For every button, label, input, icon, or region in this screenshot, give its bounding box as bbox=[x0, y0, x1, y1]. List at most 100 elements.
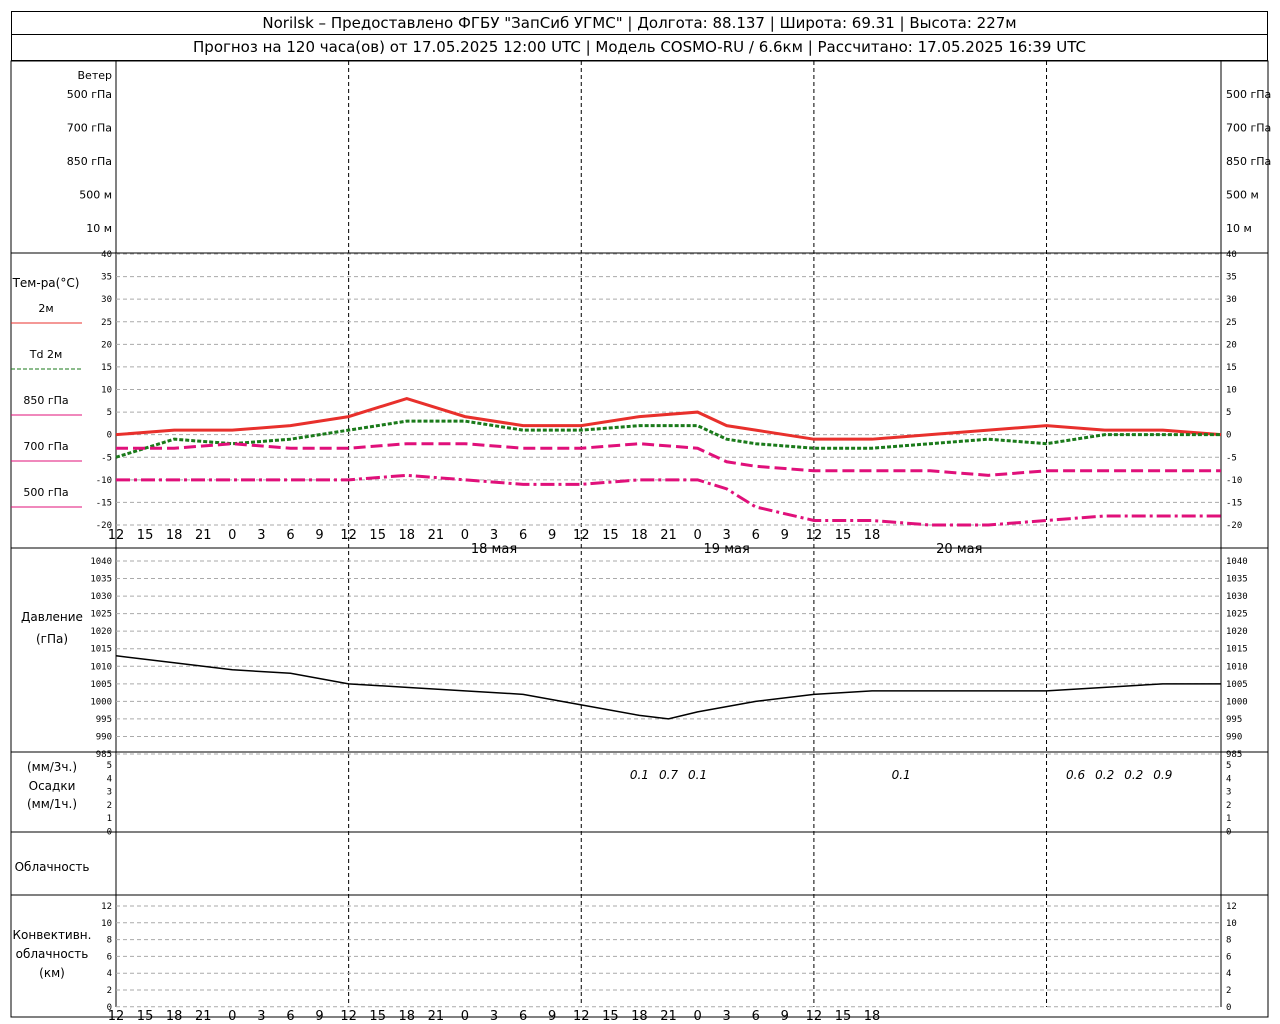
precip-y-tick: 2 bbox=[107, 801, 112, 811]
pressure-y-tick-right: 1035 bbox=[1226, 575, 1248, 585]
precip-y-tick: 3 bbox=[107, 788, 112, 798]
temp-legend-label: 700 гПа bbox=[23, 440, 68, 453]
precip-y-tick: 1 bbox=[107, 814, 112, 824]
x-tick-label-temp: 18 bbox=[166, 528, 183, 543]
cloud-title: Облачность bbox=[15, 860, 90, 874]
temp-y-tick: 5 bbox=[107, 408, 112, 418]
precip-y-tick: 5 bbox=[107, 761, 112, 771]
x-tick-label-bottom: 6 bbox=[286, 1009, 294, 1024]
x-tick-label-bottom: 0 bbox=[228, 1009, 236, 1024]
pressure-y-tick-right: 1000 bbox=[1226, 697, 1248, 707]
conv-y-tick-right: 12 bbox=[1226, 902, 1237, 912]
wind-level-label-right: 700 гПа bbox=[1226, 122, 1271, 135]
x-tick-label-bottom: 18 bbox=[399, 1009, 416, 1024]
x-tick-label-temp: 0 bbox=[228, 528, 236, 543]
temp-line-3 bbox=[116, 473, 1221, 527]
pressure-y-tick: 1030 bbox=[90, 592, 112, 602]
precip-y-tick-right: 1 bbox=[1226, 814, 1231, 824]
x-tick-label-bottom: 12 bbox=[340, 1009, 357, 1024]
x-tick-label-bottom: 3 bbox=[257, 1009, 265, 1024]
pressure-y-tick: 1025 bbox=[90, 610, 112, 620]
temp-y-tick: -15 bbox=[96, 498, 112, 508]
x-tick-label-bottom: 18 bbox=[864, 1009, 881, 1024]
x-tick-label-bottom: 6 bbox=[752, 1009, 760, 1024]
x-tick-label-temp: 9 bbox=[548, 528, 556, 543]
precip-value-label: 0.7 bbox=[659, 768, 678, 782]
meteogram: 1212151518182121003366991212151518182121… bbox=[10, 60, 1271, 1024]
pressure-y-tick: 1000 bbox=[90, 697, 112, 707]
pressure-y-tick: 1040 bbox=[90, 557, 112, 567]
x-tick-label-bottom: 9 bbox=[548, 1009, 556, 1024]
x-tick-label-bottom: 0 bbox=[693, 1009, 701, 1024]
precip-value-label: 0.6 bbox=[1066, 768, 1085, 782]
x-tick-label-bottom: 18 bbox=[166, 1009, 183, 1024]
pressure-title: Давление bbox=[21, 610, 83, 624]
precip-y-tick-right: 0 bbox=[1226, 828, 1231, 838]
x-tick-label-temp: 21 bbox=[195, 528, 212, 543]
conv-y-tick: 10 bbox=[101, 919, 112, 929]
pressure-line bbox=[115, 655, 1221, 720]
x-tick-label-bottom: 12 bbox=[573, 1009, 590, 1024]
precip-value-label: 0.2 bbox=[1095, 768, 1114, 782]
wind-level-label-right: 500 гПа bbox=[1226, 88, 1271, 101]
x-tick-label-temp: 18 bbox=[399, 528, 416, 543]
temp-y-tick: 40 bbox=[101, 250, 112, 260]
precip-y-tick: 0 bbox=[107, 828, 112, 838]
precip-y-tick-right: 4 bbox=[1226, 774, 1231, 784]
conv-unit: (км) bbox=[39, 966, 65, 980]
pressure-y-tick: 990 bbox=[96, 732, 112, 742]
conv-y-tick-right: 8 bbox=[1226, 936, 1231, 946]
precip-value-label: 0.1 bbox=[688, 768, 707, 782]
x-tick-label-temp: 18 bbox=[631, 528, 648, 543]
conv-y-tick-right: 6 bbox=[1226, 952, 1231, 962]
conv-title-1: Конвективн. bbox=[13, 928, 92, 942]
x-tick-label-bottom: 9 bbox=[781, 1009, 789, 1024]
x-tick-label-temp: 15 bbox=[835, 528, 852, 543]
pressure-y-tick-right: 990 bbox=[1226, 732, 1242, 742]
pressure-y-tick-right: 1010 bbox=[1226, 662, 1248, 672]
pressure-y-tick-right: 1020 bbox=[1226, 627, 1248, 637]
conv-y-tick: 8 bbox=[107, 936, 112, 946]
pressure-y-tick-right: 985 bbox=[1226, 750, 1242, 760]
x-tick-label-temp: 12 bbox=[340, 528, 357, 543]
temp-y-tick: 35 bbox=[101, 273, 112, 283]
conv-y-tick: 0 bbox=[107, 1003, 112, 1013]
x-tick-label-temp: 3 bbox=[490, 528, 498, 543]
pressure-y-tick-right: 995 bbox=[1226, 715, 1242, 725]
temp-legend-label: 850 гПа bbox=[23, 394, 68, 407]
wind-title: Ветер bbox=[78, 69, 112, 82]
temp-y-tick: 0 bbox=[107, 431, 112, 441]
conv-y-tick-right: 4 bbox=[1226, 969, 1231, 979]
precip-value-label: 0.1 bbox=[630, 768, 649, 782]
x-tick-label-temp: 6 bbox=[519, 528, 527, 543]
pressure-y-tick: 1010 bbox=[90, 662, 112, 672]
x-tick-label-temp: 6 bbox=[752, 528, 760, 543]
x-tick-label-bottom: 3 bbox=[723, 1009, 731, 1024]
temp-y-tick-right: -5 bbox=[1226, 453, 1237, 463]
x-tick-label-bottom: 15 bbox=[369, 1009, 386, 1024]
wind-level-label: 700 гПа bbox=[67, 122, 112, 135]
pressure-y-tick-right: 1015 bbox=[1226, 645, 1248, 655]
conv-y-tick-right: 2 bbox=[1226, 986, 1231, 996]
temp-y-tick-right: -20 bbox=[1226, 521, 1242, 531]
x-tick-label-temp: 21 bbox=[660, 528, 677, 543]
conv-title-2: облачность bbox=[16, 947, 89, 961]
precip-y-tick-right: 5 bbox=[1226, 761, 1231, 771]
conv-y-tick-right: 0 bbox=[1226, 1003, 1231, 1013]
wind-level-label: 500 гПа bbox=[67, 88, 112, 101]
x-tick-label-temp: 3 bbox=[257, 528, 265, 543]
pressure-y-tick: 1035 bbox=[90, 575, 112, 585]
x-tick-label-temp: 21 bbox=[428, 528, 445, 543]
temp-y-tick: 15 bbox=[101, 363, 112, 373]
x-tick-label-bottom: 12 bbox=[806, 1009, 823, 1024]
temp-legend-label: 2м bbox=[38, 302, 53, 315]
pressure-y-tick-right: 1030 bbox=[1226, 592, 1248, 602]
precip-y-tick-right: 2 bbox=[1226, 801, 1231, 811]
precip-value-label: 0.2 bbox=[1124, 768, 1143, 782]
date-label: 19 мая bbox=[704, 542, 750, 557]
temp-line-0 bbox=[115, 396, 1222, 441]
temp-legend-label: Td 2м bbox=[29, 348, 63, 361]
pressure-y-tick: 1005 bbox=[90, 680, 112, 690]
temp-legend-label: 500 гПа bbox=[23, 486, 68, 499]
x-tick-label-temp: 6 bbox=[286, 528, 294, 543]
